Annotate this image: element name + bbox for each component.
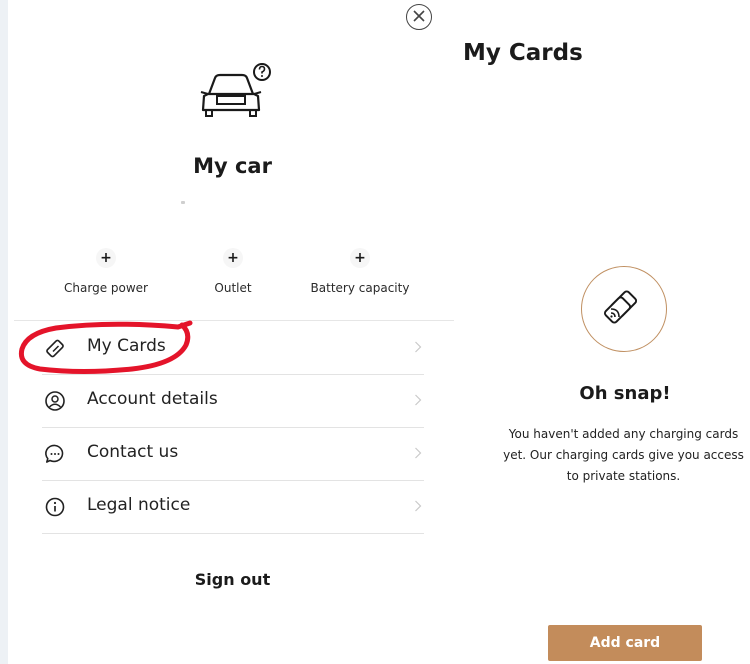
close-icon bbox=[413, 10, 425, 22]
info-icon bbox=[45, 497, 65, 517]
empty-state-title: Oh snap! bbox=[579, 383, 671, 404]
contactless-card-icon bbox=[603, 290, 638, 324]
stat-charge-power[interactable]: + Charge power bbox=[36, 248, 176, 295]
car-icon bbox=[200, 63, 271, 117]
menu-item-label: My Cards bbox=[87, 336, 166, 356]
menu-item-legal-notice[interactable]: Legal notice bbox=[42, 481, 424, 534]
menu-item-label: Contact us bbox=[87, 442, 179, 462]
stat-label: Outlet bbox=[214, 281, 252, 295]
page-title: My Cards bbox=[463, 40, 583, 66]
stat-label: Battery capacity bbox=[310, 281, 410, 295]
chevron-right-icon bbox=[415, 447, 422, 459]
empty-state-line: yet. Our charging cards give you access bbox=[503, 448, 744, 462]
chevron-right-icon bbox=[415, 500, 422, 512]
placeholder-dot bbox=[181, 201, 185, 204]
plus-icon: + bbox=[223, 248, 243, 268]
sign-out-button[interactable]: Sign out bbox=[0, 570, 465, 589]
card-icon bbox=[46, 339, 64, 358]
stat-label: Charge power bbox=[64, 281, 148, 295]
menu-item-account-details[interactable]: Account details bbox=[42, 375, 424, 428]
car-title: My car bbox=[193, 154, 272, 178]
user-icon bbox=[45, 391, 65, 411]
menu-item-contact-us[interactable]: Contact us bbox=[42, 428, 424, 481]
menu-item-label: Account details bbox=[87, 389, 218, 409]
chat-icon bbox=[45, 444, 64, 463]
stat-outlet[interactable]: + Outlet bbox=[163, 248, 303, 295]
plus-icon: + bbox=[350, 248, 370, 268]
add-card-button[interactable]: Add card bbox=[548, 625, 702, 661]
chevron-right-icon bbox=[415, 394, 422, 406]
stat-battery-capacity[interactable]: + Battery capacity bbox=[290, 248, 430, 295]
empty-state-message: You haven't added any charging cards yet… bbox=[497, 424, 750, 487]
divider bbox=[14, 320, 454, 321]
left-rail bbox=[0, 0, 8, 664]
menu-item-my-cards[interactable]: My Cards bbox=[42, 322, 424, 375]
empty-state-line: You haven't added any charging cards bbox=[508, 427, 739, 441]
empty-state-line: to private stations. bbox=[566, 469, 681, 483]
chevron-right-icon bbox=[415, 341, 422, 353]
empty-state-badge bbox=[581, 266, 667, 352]
menu-item-label: Legal notice bbox=[87, 495, 191, 515]
close-button[interactable] bbox=[406, 4, 432, 30]
plus-icon: + bbox=[96, 248, 116, 268]
